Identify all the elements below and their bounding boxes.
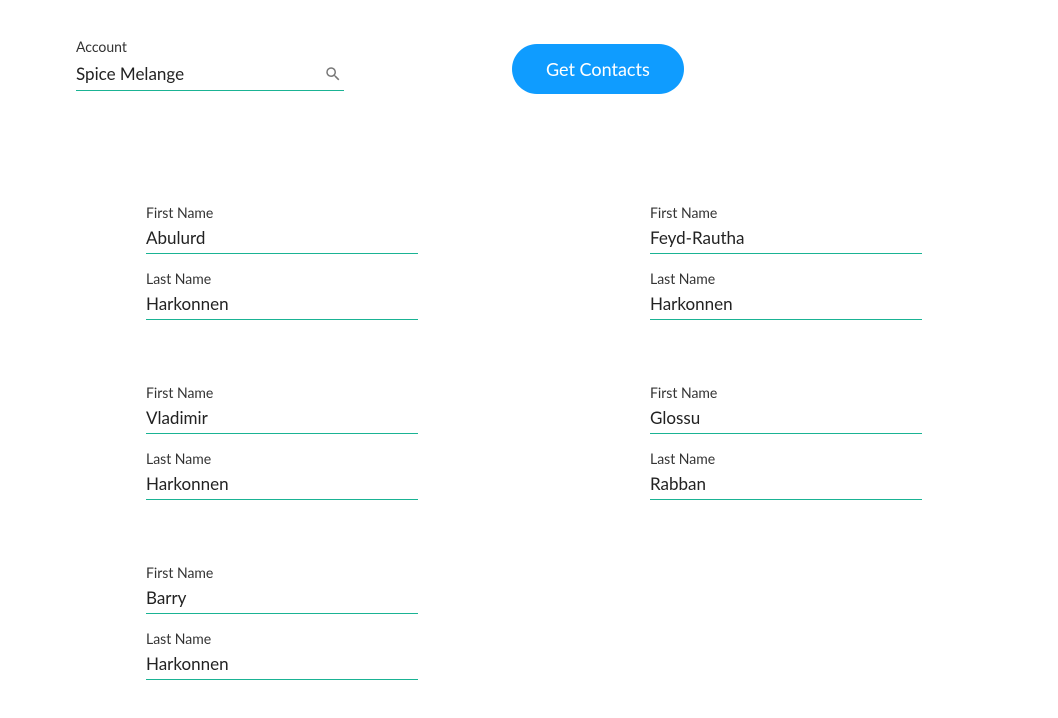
first-name-input[interactable] [650, 225, 922, 250]
first-name-field: First Name [650, 384, 922, 434]
last-name-input[interactable] [146, 291, 418, 316]
get-contacts-button[interactable]: Get Contacts [512, 44, 684, 94]
first-name-input-wrap [650, 405, 922, 434]
last-name-input-wrap [146, 651, 418, 680]
account-label: Account [76, 38, 344, 55]
last-name-label: Last Name [146, 270, 418, 287]
first-name-input-wrap [146, 405, 418, 434]
account-field: Account [76, 38, 344, 91]
first-name-label: First Name [146, 564, 418, 581]
last-name-label: Last Name [146, 450, 418, 467]
search-icon[interactable] [322, 63, 344, 85]
first-name-label: First Name [650, 204, 922, 221]
last-name-field: Last Name [650, 270, 922, 320]
account-input-wrap [76, 61, 344, 91]
last-name-input-wrap [650, 471, 922, 500]
contact-card: First Name Last Name [650, 384, 922, 500]
last-name-label: Last Name [650, 450, 922, 467]
first-name-input-wrap [146, 585, 418, 614]
last-name-input[interactable] [650, 471, 922, 496]
last-name-field: Last Name [650, 450, 922, 500]
first-name-input[interactable] [146, 585, 418, 610]
last-name-label: Last Name [146, 630, 418, 647]
last-name-label: Last Name [650, 270, 922, 287]
header: Account Get Contacts [0, 0, 1058, 94]
contact-card: First Name Last Name [146, 384, 418, 500]
contact-card: First Name Last Name [650, 204, 922, 320]
first-name-input[interactable] [146, 405, 418, 430]
contact-card: First Name Last Name [146, 564, 418, 680]
first-name-field: First Name [146, 564, 418, 614]
last-name-input[interactable] [650, 291, 922, 316]
last-name-input[interactable] [146, 471, 418, 496]
last-name-input[interactable] [146, 651, 418, 676]
account-input[interactable] [76, 61, 322, 86]
first-name-label: First Name [146, 384, 418, 401]
first-name-input-wrap [146, 225, 418, 254]
first-name-input[interactable] [146, 225, 418, 250]
contact-card: First Name Last Name [146, 204, 418, 320]
first-name-input-wrap [650, 225, 922, 254]
first-name-label: First Name [146, 204, 418, 221]
last-name-input-wrap [146, 471, 418, 500]
last-name-field: Last Name [146, 270, 418, 320]
contacts-grid: First NameLast NameFirst NameLast NameFi… [0, 204, 1058, 680]
first-name-input[interactable] [650, 405, 922, 430]
last-name-field: Last Name [146, 630, 418, 680]
first-name-field: First Name [146, 204, 418, 254]
first-name-label: First Name [650, 384, 922, 401]
first-name-field: First Name [146, 384, 418, 434]
last-name-input-wrap [146, 291, 418, 320]
last-name-input-wrap [650, 291, 922, 320]
first-name-field: First Name [650, 204, 922, 254]
last-name-field: Last Name [146, 450, 418, 500]
